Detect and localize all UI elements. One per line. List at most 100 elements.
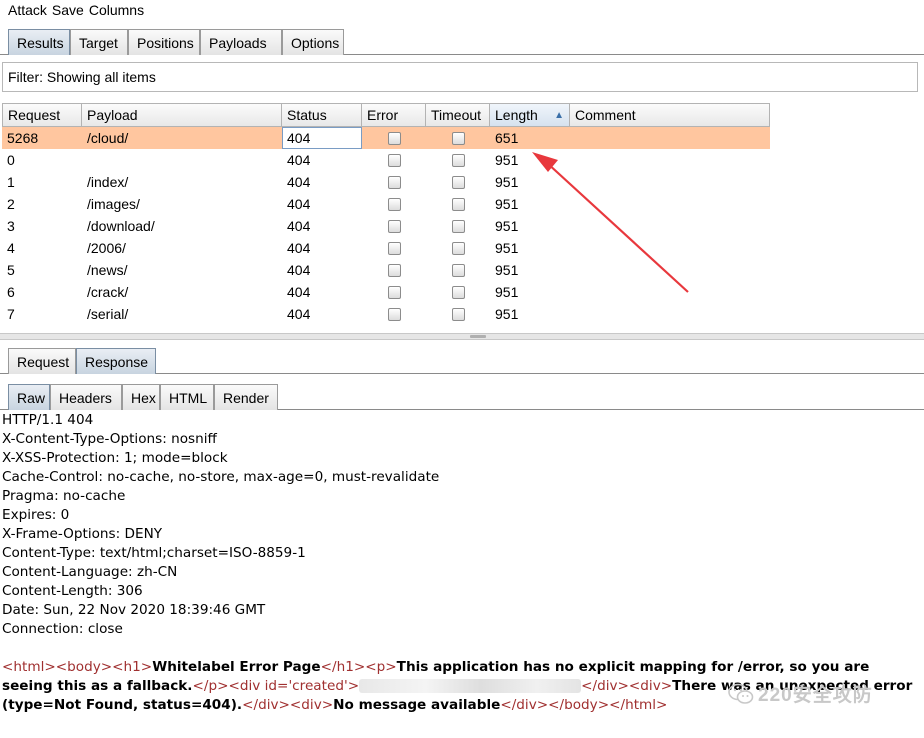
request-cell: 1 (7, 174, 15, 190)
timeout-checkbox[interactable] (451, 307, 465, 321)
length-cell: 951 (495, 262, 519, 278)
error-checkbox[interactable] (387, 175, 401, 189)
h1-close-tag: </h1> (320, 659, 366, 675)
tab-response[interactable]: Response (76, 348, 156, 374)
table-row[interactable]: 7/serial/404 951 (2, 303, 770, 325)
timeout-checkbox[interactable] (451, 219, 465, 233)
status-cell: 404 (287, 196, 311, 212)
timeout-cell (426, 127, 490, 149)
watermark-text: 220安全攻防 (758, 685, 873, 706)
timeout-checkbox[interactable] (451, 241, 465, 255)
tab-payloads[interactable]: Payloads (200, 29, 282, 55)
table-row[interactable]: 6/crack/404 951 (2, 281, 770, 303)
table-row[interactable]: 2/images/404 951 (2, 193, 770, 215)
tab-results[interactable]: Results (8, 29, 70, 55)
table-row[interactable]: 3/download/404 951 (2, 215, 770, 237)
tab-raw[interactable]: Raw (8, 384, 50, 410)
error-checkbox[interactable] (387, 285, 401, 299)
table-row[interactable]: 4/2006/404 951 (2, 237, 770, 259)
table-empty-area (772, 103, 924, 333)
timeout-checkbox[interactable] (451, 153, 465, 167)
header-value: 0 (56, 507, 70, 523)
header-line: HTTP/1.1 404 (2, 411, 922, 430)
timeout-checkbox[interactable] (451, 263, 465, 277)
column-header-comment[interactable]: Comment (570, 103, 770, 127)
column-label: Length (495, 107, 538, 123)
error-checkbox[interactable] (387, 263, 401, 277)
column-label: Error (367, 107, 399, 123)
column-header-status[interactable]: Status (282, 103, 362, 127)
div-close-tag: </div> (500, 697, 549, 713)
timeout-cell (426, 171, 490, 193)
error-checkbox[interactable] (387, 197, 401, 211)
div-tag: <div> (628, 678, 673, 694)
error-checkbox[interactable] (387, 219, 401, 233)
request-cell: 7 (7, 306, 15, 322)
tab-request[interactable]: Request (8, 348, 76, 374)
menu-attack[interactable]: Attack (0, 0, 52, 20)
tab-positions[interactable]: Positions (128, 29, 200, 55)
payload-cell (82, 149, 282, 171)
column-label: Status (287, 107, 327, 123)
column-header-error[interactable]: Error (362, 103, 426, 127)
length-cell: 951 (495, 218, 519, 234)
sort-ascending-icon: ▲ (554, 110, 564, 121)
tab-target[interactable]: Target (70, 29, 128, 55)
divider-grip-icon[interactable] (470, 335, 486, 338)
tab-hex[interactable]: Hex (122, 384, 160, 410)
html-close-tag: </html> (609, 697, 668, 713)
div-close-tag: </div> (242, 697, 290, 713)
header-line: Content-Language: zh-CN (2, 563, 922, 582)
split-pane-divider[interactable] (0, 333, 924, 340)
column-label: Request (8, 107, 61, 123)
div-tag: <div> (289, 697, 334, 713)
header-value: text/html;charset=ISO-8859-1 (95, 545, 306, 561)
tab-html[interactable]: HTML (160, 384, 214, 410)
header-name: Expires: (2, 507, 57, 523)
length-cell: 951 (495, 196, 519, 212)
body-close-tag: </body> (548, 697, 610, 713)
error-cell (362, 303, 426, 325)
menu-save[interactable]: Save (52, 0, 89, 20)
column-header-timeout[interactable]: Timeout (426, 103, 490, 127)
request-cell: 5 (7, 262, 15, 278)
timeout-checkbox[interactable] (451, 175, 465, 189)
payload-cell: /2006/ (87, 240, 126, 256)
header-value: close (83, 621, 123, 637)
request-cell: 5268 (7, 130, 39, 146)
error-checkbox[interactable] (387, 241, 401, 255)
table-row[interactable]: 5268/cloud/404 651 (2, 127, 770, 149)
header-line: Content-Type: text/html;charset=ISO-8859… (2, 544, 922, 563)
header-name: Content-Language: (2, 564, 133, 580)
tab-headers[interactable]: Headers (50, 384, 122, 410)
column-header-payload[interactable]: Payload (82, 103, 282, 127)
error-checkbox[interactable] (387, 131, 401, 145)
table-row[interactable]: 0 404 951 (2, 149, 770, 171)
tab-options[interactable]: Options (282, 29, 344, 55)
attr-value: 'created' (288, 678, 348, 694)
timeout-checkbox[interactable] (451, 285, 465, 299)
timeout-checkbox[interactable] (451, 131, 465, 145)
payload-cell: /crack/ (87, 284, 129, 300)
table-header: Request Payload Status Error Timeout Length ▲ C… (2, 103, 770, 127)
status-cell: 404 (282, 127, 362, 149)
tab-render[interactable]: Render (214, 384, 278, 410)
header-value: Sun, 22 Nov 2020 18:39:46 GMT (39, 602, 266, 618)
error-checkbox[interactable] (387, 153, 401, 167)
comment-cell (570, 127, 770, 149)
header-name: Content-Length: (2, 583, 113, 599)
column-header-request[interactable]: Request (2, 103, 82, 127)
timeout-cell (426, 281, 490, 303)
table-row[interactable]: 1/index/404 951 (2, 171, 770, 193)
error-checkbox[interactable] (387, 307, 401, 321)
header-line: Expires: 0 (2, 506, 922, 525)
timeout-checkbox[interactable] (451, 197, 465, 211)
menu-columns[interactable]: Columns (89, 0, 149, 20)
filter-bar[interactable]: Filter: Showing all items (2, 62, 918, 92)
results-table: Request Payload Status Error Timeout Length ▲ C… (2, 103, 924, 333)
error-cell (362, 171, 426, 193)
column-header-length[interactable]: Length ▲ (490, 103, 570, 127)
table-row[interactable]: 5/news/404 951 (2, 259, 770, 281)
timeout-cell (426, 215, 490, 237)
header-value: zh-CN (132, 564, 178, 580)
